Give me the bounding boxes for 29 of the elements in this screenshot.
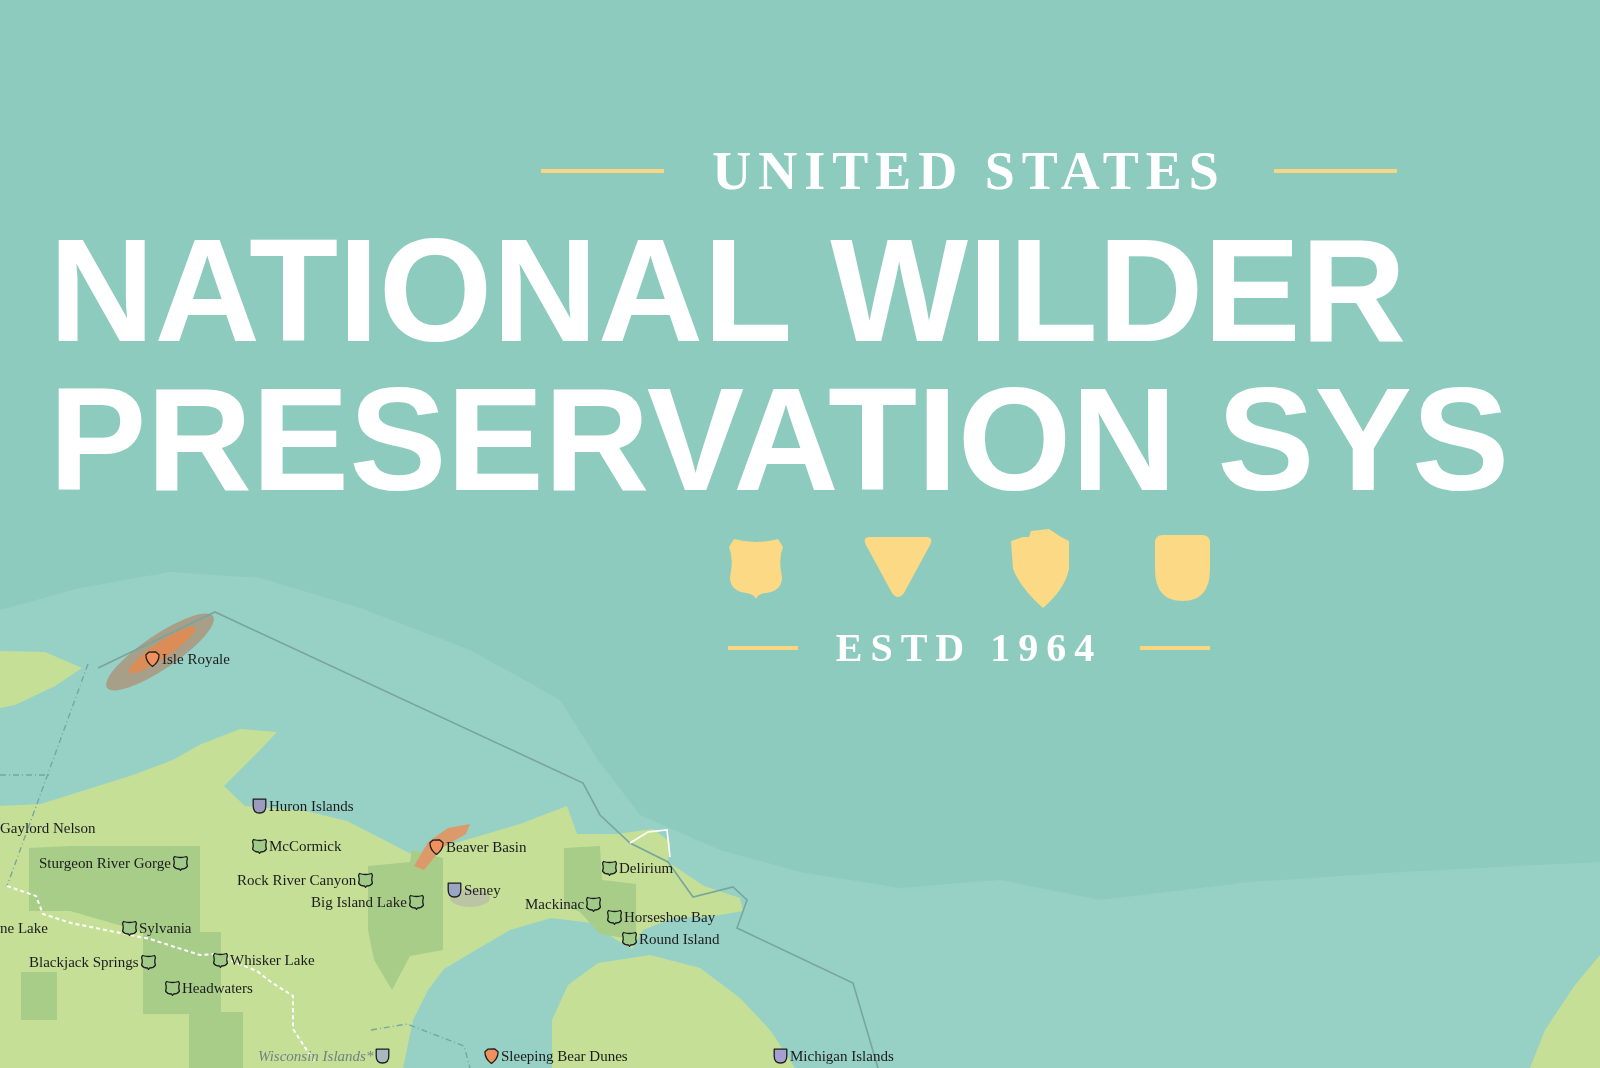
place-label: Sleeping Bear Dunes xyxy=(501,1047,628,1065)
title-line: PRESERVATION SYS xyxy=(49,365,1510,514)
place-label: Whisker Lake xyxy=(230,951,315,969)
place-label: Big Island Lake xyxy=(311,893,407,911)
place-label: Sturgeon River Gorge xyxy=(39,854,171,872)
shield-icon xyxy=(728,537,784,599)
place-label: Rock River Canyon xyxy=(237,871,357,889)
title-line: NATIONAL WILDER xyxy=(49,216,1407,365)
place-label: Mackinac xyxy=(525,895,585,913)
shoreline xyxy=(629,829,671,858)
subtitle: UNITED STATES xyxy=(712,144,1226,198)
place-label: Sylvania xyxy=(139,919,192,937)
place-label: Gaylord Nelson xyxy=(0,819,96,837)
triangle-icon xyxy=(862,537,934,599)
place-label: Blackjack Springs xyxy=(29,953,139,971)
arrowhead-icon xyxy=(1009,528,1071,608)
established-year: ESTD 1964 xyxy=(835,628,1103,668)
place-label: Isle Royale xyxy=(162,650,230,668)
place-label: Headwaters xyxy=(182,979,253,997)
place-label: McCormick xyxy=(269,837,342,855)
place-label: Delirium xyxy=(619,859,674,877)
place-label: Michigan Islands xyxy=(790,1047,894,1065)
place-label: Horseshoe Bay xyxy=(624,908,716,926)
place-label: Round Island xyxy=(639,930,720,948)
place-label: Beaver Basin xyxy=(446,838,527,856)
place-label: Wisconsin Islands* xyxy=(258,1047,374,1065)
place-label: Huron Islands xyxy=(269,797,354,815)
place-label: ne Lake xyxy=(0,919,48,937)
place-label: Seney xyxy=(464,881,501,899)
